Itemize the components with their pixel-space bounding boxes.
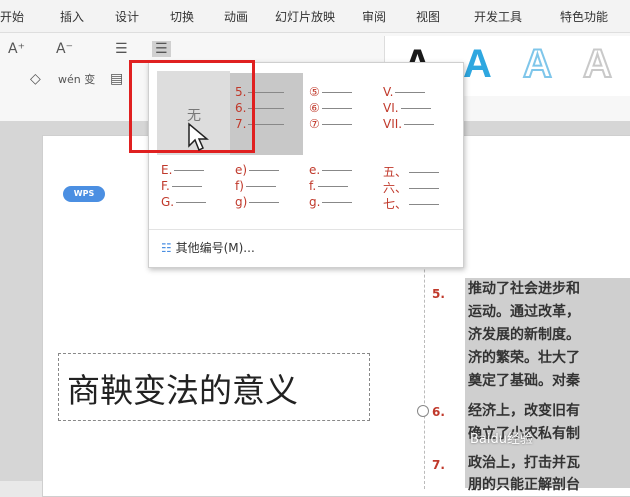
- title-placeholder[interactable]: 商鞅变法的意义: [58, 353, 370, 421]
- numbering-option-chinese[interactable]: 七、: [383, 195, 440, 212]
- font-grow-button[interactable]: A⁺: [8, 41, 25, 57]
- tab-view[interactable]: 视图: [416, 8, 440, 25]
- word-art-blue[interactable]: A: [463, 42, 492, 87]
- wps-badge: WPS: [63, 186, 105, 202]
- watermark: Baidu经验: [470, 432, 533, 447]
- list-number: 6.: [432, 405, 445, 419]
- more-numbering-button[interactable]: ☷ 其他编号(M)...: [161, 239, 255, 256]
- tab-developer[interactable]: 开发工具: [474, 8, 522, 25]
- paragraph-line: 朋的只能正解剖台: [468, 477, 580, 493]
- numbering-option-roman[interactable]: VI.: [383, 101, 431, 115]
- dropdown-separator: [149, 229, 463, 230]
- list-number: 5.: [432, 287, 445, 301]
- tab-animation[interactable]: 动画: [224, 8, 248, 25]
- paragraph-line: 济的繁荣。壮大了: [468, 350, 580, 366]
- paragraph-line: 经济上，改变旧有: [468, 403, 580, 419]
- numbering-option-lower-alpha[interactable]: f.: [309, 179, 349, 193]
- paragraph-line: 奠定了基础。对秦: [468, 373, 580, 389]
- tab-home[interactable]: 开始: [0, 8, 24, 25]
- numbering-option-lower-alpha[interactable]: e.: [309, 163, 353, 177]
- pinyin-button[interactable]: wén 变: [58, 71, 95, 87]
- list-number: 7.: [432, 458, 445, 472]
- numbering-option-circled[interactable]: ⑦: [309, 117, 352, 131]
- eraser-icon[interactable]: ◇: [30, 71, 41, 87]
- numbering-option-chinese[interactable]: 六、: [383, 179, 440, 196]
- numbering-option-chinese[interactable]: 五、: [383, 163, 440, 180]
- mouse-cursor-icon: [188, 122, 209, 152]
- numbering-option-roman[interactable]: VII.: [383, 117, 435, 131]
- tab-transition[interactable]: 切换: [170, 8, 194, 25]
- paragraph-line: 运动。通过改革，: [468, 304, 580, 320]
- bullets-icon[interactable]: ☰: [115, 41, 128, 57]
- tab-review[interactable]: 审阅: [362, 8, 386, 25]
- numbering-option-upper-alpha[interactable]: F.: [161, 179, 202, 193]
- numbering-option-circled[interactable]: ⑥: [309, 101, 352, 115]
- numbering-option-upper-alpha[interactable]: E.: [161, 163, 205, 177]
- paragraph-line: 济发展的新制度。: [468, 327, 580, 343]
- font-shrink-button[interactable]: A⁻: [56, 41, 73, 57]
- resize-handle[interactable]: [417, 405, 429, 417]
- list-icon: ☷: [161, 241, 172, 255]
- tab-insert[interactable]: 插入: [60, 8, 84, 25]
- numbering-option-lower-paren[interactable]: e): [235, 163, 280, 177]
- paragraph-line: 推动了社会进步和: [468, 281, 580, 297]
- selected-paragraph[interactable]: 推动了社会进步和 运动。通过改革， 济发展的新制度。 济的繁荣。壮大了 奠定了基…: [465, 278, 630, 493]
- slide-title: 商鞅变法的意义: [67, 371, 298, 410]
- ribbon-tabs: 开始 插入 设计 切换 动画 幻灯片放映 审阅 视图 开发工具 特色功能: [0, 0, 630, 33]
- numbering-icon[interactable]: ☰: [152, 41, 171, 57]
- align-left-icon[interactable]: ▤: [110, 71, 123, 87]
- more-numbering-label: 其他编号(M)...: [175, 241, 255, 255]
- numbering-option-lower-alpha[interactable]: g.: [309, 195, 353, 209]
- numbering-option-roman[interactable]: V.: [383, 85, 426, 99]
- paragraph-line: 政治上，打击并瓦: [468, 455, 580, 471]
- word-art-gray[interactable]: A: [582, 41, 613, 87]
- tab-slideshow[interactable]: 幻灯片放映: [275, 8, 335, 25]
- numbering-option-lower-paren[interactable]: f): [235, 179, 276, 193]
- numbering-option-upper-alpha[interactable]: G.: [161, 195, 207, 209]
- numbering-option-lower-paren[interactable]: g): [235, 195, 280, 209]
- tab-special[interactable]: 特色功能: [560, 8, 608, 25]
- numbering-option-circled[interactable]: ⑤: [309, 85, 352, 99]
- tab-design[interactable]: 设计: [115, 8, 139, 25]
- word-art-lightblue[interactable]: A: [522, 41, 553, 87]
